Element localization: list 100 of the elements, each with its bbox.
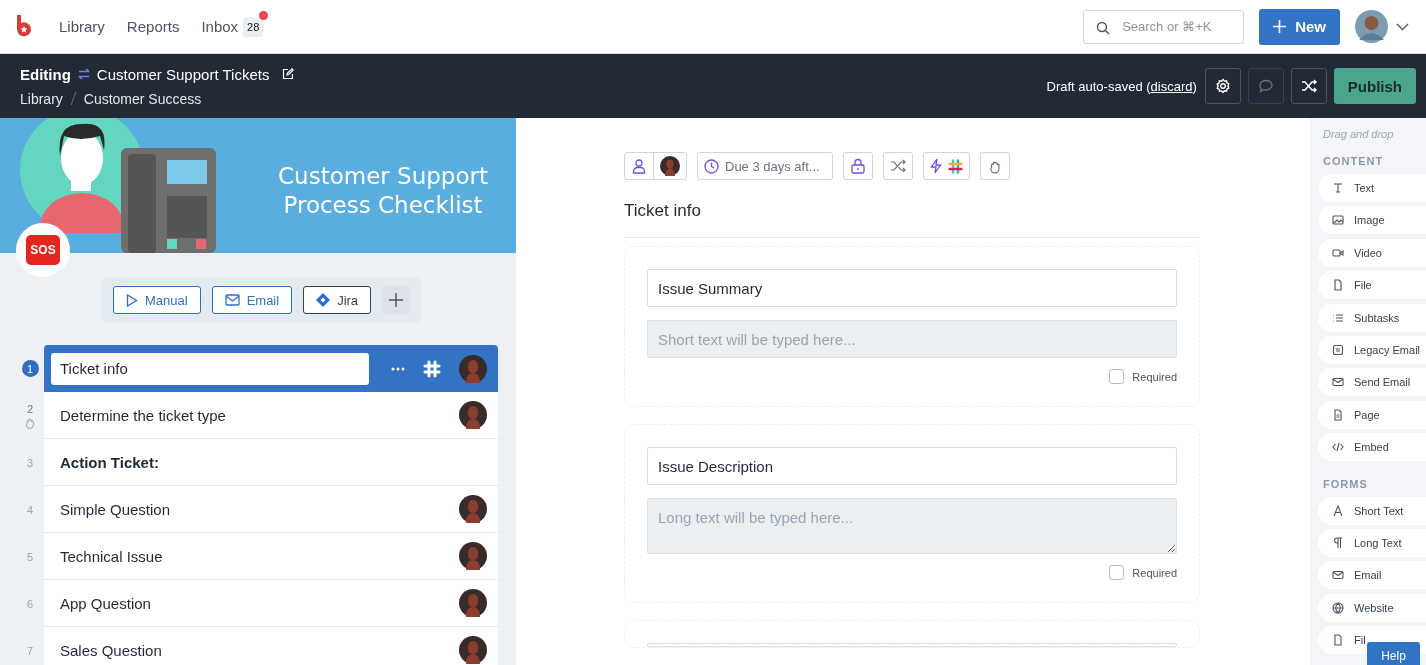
banner-title: Process Checklist: [283, 191, 483, 220]
required-label: Required: [1132, 370, 1177, 383]
hash-icon[interactable]: [423, 359, 441, 378]
palette-item-label: Legacy Email: [1354, 343, 1421, 356]
step-number: 1: [21, 360, 39, 377]
user-avatar[interactable]: [1355, 10, 1388, 43]
note-icon: [1332, 343, 1344, 356]
breadcrumb-link[interactable]: Library: [20, 90, 63, 107]
chevron-down-icon[interactable]: [1396, 22, 1409, 31]
step-title: Determine the ticket type: [60, 406, 227, 424]
add-trigger-button[interactable]: [382, 286, 411, 314]
required-checkbox[interactable]: [1109, 369, 1125, 385]
field-label-input[interactable]: [647, 643, 1177, 647]
edit-icon[interactable]: [282, 68, 295, 80]
diamond-icon: [316, 293, 331, 307]
palette-item[interactable]: Long Text: [1318, 528, 1426, 557]
palette-item[interactable]: Subtasks: [1318, 303, 1426, 332]
long-text-field: Long text will be typed here...: [647, 498, 1177, 555]
step-number: 5: [26, 550, 34, 563]
trigger-button[interactable]: Manual: [113, 286, 201, 314]
palette-item[interactable]: Send Email: [1318, 368, 1426, 397]
hand-icon: [988, 158, 1002, 174]
sos-badge: SOS: [26, 235, 60, 265]
palette-item[interactable]: Email: [1318, 561, 1426, 590]
step-item[interactable]: App Question: [44, 580, 498, 627]
step-item[interactable]: Technical Issue: [44, 533, 498, 580]
palette-item[interactable]: Page: [1318, 400, 1426, 429]
video-camera-icon: [1332, 246, 1344, 259]
step-title-field[interactable]: Ticket info: [51, 352, 369, 385]
required-checkbox[interactable]: [1109, 565, 1125, 581]
help-button[interactable]: Help: [1367, 642, 1420, 665]
pilcrow-icon: [1332, 536, 1344, 549]
settings-icon: [1214, 78, 1231, 94]
document-icon: [1332, 408, 1344, 421]
palette-item[interactable]: Legacy Email: [1318, 335, 1426, 364]
more-icon[interactable]: [391, 366, 405, 371]
palette-item[interactable]: Image: [1318, 206, 1426, 235]
palette-item[interactable]: Video: [1318, 238, 1426, 267]
code-icon: [1332, 441, 1344, 454]
shuffle-icon: [890, 159, 906, 173]
step-item[interactable]: Simple Question: [44, 486, 498, 533]
comments-button[interactable]: [1247, 68, 1284, 104]
breadcrumb-link[interactable]: Customer Success: [83, 90, 202, 107]
trigger-button[interactable]: Jira: [303, 286, 372, 314]
document-icon: [1332, 634, 1344, 647]
plus-icon: [389, 293, 404, 307]
shuffle-button[interactable]: [1290, 68, 1327, 104]
short-text-field: Short text will be typed here...: [647, 320, 1177, 359]
trigger-button[interactable]: Email: [211, 286, 293, 314]
publish-button[interactable]: Publish: [1333, 68, 1416, 104]
step-item[interactable]: Sales Question: [44, 627, 498, 665]
palette-item-label: Send Email: [1354, 376, 1411, 389]
notification-dot: [259, 10, 269, 20]
palette-item[interactable]: Short Text: [1318, 496, 1426, 525]
count-badge: 28: [243, 16, 264, 37]
lock-icon: [851, 158, 865, 174]
palette-item-label: Embed: [1354, 441, 1389, 454]
logo-icon[interactable]: [15, 14, 33, 39]
palette-item-label: File: [1354, 279, 1372, 292]
mode-label: Editing: [20, 65, 71, 83]
palette-item-label: Long Text: [1354, 536, 1402, 549]
new-button[interactable]: New: [1259, 8, 1340, 45]
palette-item-label: Short Text: [1354, 504, 1404, 517]
step-item[interactable]: Ticket info: [44, 345, 498, 392]
field-label-input[interactable]: Issue Summary: [647, 269, 1177, 308]
palette-item[interactable]: Text: [1318, 174, 1426, 202]
automation-button[interactable]: [923, 152, 970, 180]
palette-item-label: Video: [1354, 246, 1382, 259]
avatar: [459, 495, 487, 523]
stop-button[interactable]: [980, 152, 1010, 180]
palette-item[interactable]: Website: [1318, 593, 1426, 622]
palette-item-label: Website: [1354, 601, 1394, 614]
step-number: 7: [26, 644, 34, 657]
palette-item-label: Subtasks: [1354, 311, 1400, 324]
settings-button[interactable]: [1204, 68, 1241, 104]
section-heading: FORMS: [1323, 477, 1369, 490]
nav-link[interactable]: Inbox: [201, 18, 239, 35]
step-title: Action Ticket:: [60, 453, 160, 471]
due-date-button[interactable]: Due 3 days aft...: [697, 152, 833, 180]
nav-link[interactable]: Reports: [126, 18, 180, 35]
search-field[interactable]: Search or ⌘+K: [1083, 9, 1245, 44]
nav-link[interactable]: Library: [59, 18, 105, 35]
permissions-button[interactable]: [843, 152, 873, 180]
swap-arrows-icon: [77, 68, 90, 80]
field-label-input[interactable]: Issue Description: [647, 447, 1177, 486]
palette-item[interactable]: Embed: [1318, 433, 1426, 462]
assignee-button[interactable]: [624, 152, 687, 180]
lightning-icon: [930, 158, 942, 174]
hand-icon: [24, 416, 36, 429]
clock-icon: [704, 158, 719, 174]
step-number: 3: [26, 456, 34, 469]
discard-link[interactable]: discard: [1150, 78, 1193, 94]
step-item[interactable]: Determine the ticket type: [44, 392, 498, 439]
template-title: Customer Support Tickets: [96, 65, 270, 83]
step-item[interactable]: Action Ticket:: [44, 439, 498, 486]
palette-item-label: Image: [1354, 214, 1385, 227]
palette-item-label: Page: [1354, 408, 1380, 421]
shuffle-icon: [1300, 78, 1317, 94]
step-number: 6: [26, 597, 34, 610]
palette-item[interactable]: File: [1318, 271, 1426, 300]
